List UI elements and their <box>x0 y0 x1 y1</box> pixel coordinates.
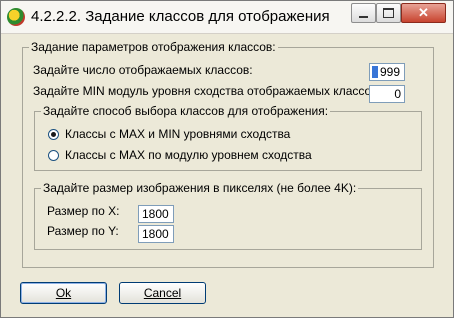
image-size-group: Задайте размер изображения в пикселях (н… <box>34 181 422 250</box>
size-x-input[interactable]: 1800 <box>138 205 174 223</box>
radio-max-min[interactable] <box>48 129 59 140</box>
window-title: 4.2.2.2. Задание классов для отображения <box>31 8 330 25</box>
minimize-icon <box>359 16 368 18</box>
size-x-label: Размер по X: <box>47 204 120 218</box>
selection-method-group: Задайте способ выбора классов для отобра… <box>34 104 422 171</box>
class-count-input[interactable]: 999 <box>369 63 405 81</box>
image-size-legend: Задайте размер изображения в пикселях (н… <box>41 181 359 195</box>
title-bar[interactable]: 4.2.2.2. Задание классов для отображения… <box>1 1 453 34</box>
cancel-button-label: Cancel <box>143 286 182 300</box>
selection-method-legend: Задайте способ выбора классов для отобра… <box>41 104 331 118</box>
ok-button[interactable]: Ok <box>20 282 107 304</box>
radio-max-abs[interactable] <box>48 150 59 161</box>
text-cursor <box>372 66 378 78</box>
radio-max-min-label[interactable]: Классы с MAX и MIN уровнями сходства <box>65 127 290 141</box>
maximize-icon <box>383 8 394 18</box>
close-icon: ✕ <box>418 5 429 20</box>
close-button[interactable]: ✕ <box>401 3 446 23</box>
dialog-window: 4.2.2.2. Задание классов для отображения… <box>0 0 454 318</box>
display-params-legend: Задание параметров отображения классов: <box>29 40 278 54</box>
minimize-button[interactable] <box>351 3 376 23</box>
min-similarity-input[interactable]: 0 <box>369 85 405 103</box>
min-similarity-label: Задайте MIN модуль уровня сходства отобр… <box>33 84 381 98</box>
class-count-value: 999 <box>380 65 401 79</box>
app-logo-icon <box>7 8 25 26</box>
cancel-button[interactable]: Cancel <box>119 282 206 304</box>
ok-button-label: Ok <box>55 286 72 300</box>
size-y-input[interactable]: 1800 <box>138 225 174 243</box>
maximize-button[interactable] <box>376 3 401 23</box>
size-y-label: Размер по Y: <box>47 224 119 238</box>
class-count-label: Задайте число отображаемых классов: <box>33 63 253 77</box>
radio-max-abs-label[interactable]: Классы с MAX по модулю уровнем сходства <box>65 148 312 162</box>
